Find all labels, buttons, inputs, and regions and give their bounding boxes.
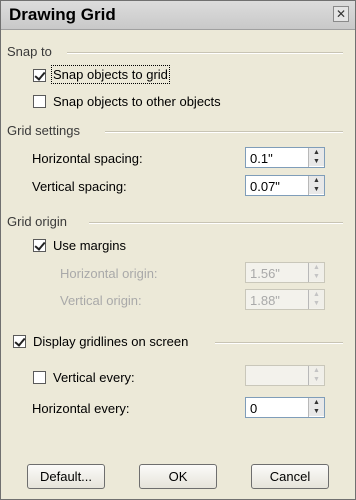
ok-button[interactable]: OK: [139, 464, 217, 489]
horizontal-every-arrows: ▲ ▼: [308, 398, 324, 417]
horizontal-spacing-spinner[interactable]: 0.1" ▲ ▼: [245, 147, 325, 168]
snap-to-objects-label[interactable]: Snap objects to other objects: [53, 94, 221, 109]
vertical-origin-arrows: ▲ ▼: [308, 290, 324, 309]
spin-down-icon[interactable]: ▼: [309, 272, 324, 281]
display-separator: [215, 342, 343, 344]
spin-down-icon[interactable]: ▼: [309, 375, 324, 384]
snap-to-objects-checkbox[interactable]: [33, 95, 46, 108]
horizontal-every-label: Horizontal every:: [32, 401, 130, 416]
spin-down-icon[interactable]: ▼: [309, 407, 324, 416]
horizontal-origin-label: Horizontal origin:: [60, 266, 158, 281]
title-bar: Drawing Grid ✕: [1, 1, 355, 30]
vertical-spacing-arrows: ▲ ▼: [308, 176, 324, 195]
horizontal-origin-spinner[interactable]: 1.56" ▲ ▼: [245, 262, 325, 283]
horizontal-origin-arrows: ▲ ▼: [308, 263, 324, 282]
horizontal-every-value[interactable]: 0: [250, 401, 257, 416]
cancel-button[interactable]: Cancel: [251, 464, 329, 489]
vertical-origin-value[interactable]: 1.88": [250, 293, 280, 308]
display-gridlines-checkbox[interactable]: [13, 335, 26, 348]
vertical-every-label[interactable]: Vertical every:: [53, 370, 135, 385]
vertical-every-arrows: ▲ ▼: [308, 366, 324, 385]
use-margins-checkbox[interactable]: [33, 239, 46, 252]
horizontal-origin-value[interactable]: 1.56": [250, 266, 280, 281]
grid-origin-group-label: Grid origin: [7, 214, 67, 229]
vertical-spacing-value[interactable]: 0.07": [250, 179, 280, 194]
vertical-spacing-spinner[interactable]: 0.07" ▲ ▼: [245, 175, 325, 196]
close-icon[interactable]: ✕: [333, 6, 349, 22]
display-gridlines-label[interactable]: Display gridlines on screen: [33, 334, 188, 349]
spin-down-icon[interactable]: ▼: [309, 157, 324, 166]
spin-down-icon[interactable]: ▼: [309, 185, 324, 194]
vertical-every-checkbox[interactable]: [33, 371, 46, 384]
grid-origin-separator: [89, 222, 343, 224]
horizontal-spacing-arrows: ▲ ▼: [308, 148, 324, 167]
vertical-every-spinner[interactable]: ▲ ▼: [245, 365, 325, 386]
snap-to-group-label: Snap to: [7, 44, 52, 59]
snap-to-grid-checkbox[interactable]: [33, 69, 46, 82]
drawing-grid-dialog: Drawing Grid ✕ Snap to Snap objects to g…: [0, 0, 356, 500]
spin-down-icon[interactable]: ▼: [309, 299, 324, 308]
snap-to-grid-label[interactable]: Snap objects to grid: [51, 65, 170, 84]
snap-to-separator: [67, 52, 343, 54]
use-margins-label[interactable]: Use margins: [53, 238, 126, 253]
vertical-spacing-label: Vertical spacing:: [32, 179, 127, 194]
horizontal-spacing-label: Horizontal spacing:: [32, 151, 143, 166]
grid-settings-separator: [105, 131, 343, 133]
vertical-origin-spinner[interactable]: 1.88" ▲ ▼: [245, 289, 325, 310]
vertical-origin-label: Vertical origin:: [60, 293, 142, 308]
horizontal-spacing-value[interactable]: 0.1": [250, 151, 273, 166]
horizontal-every-spinner[interactable]: 0 ▲ ▼: [245, 397, 325, 418]
dialog-title: Drawing Grid: [9, 5, 116, 24]
grid-settings-group-label: Grid settings: [7, 123, 80, 138]
default-button[interactable]: Default...: [27, 464, 105, 489]
